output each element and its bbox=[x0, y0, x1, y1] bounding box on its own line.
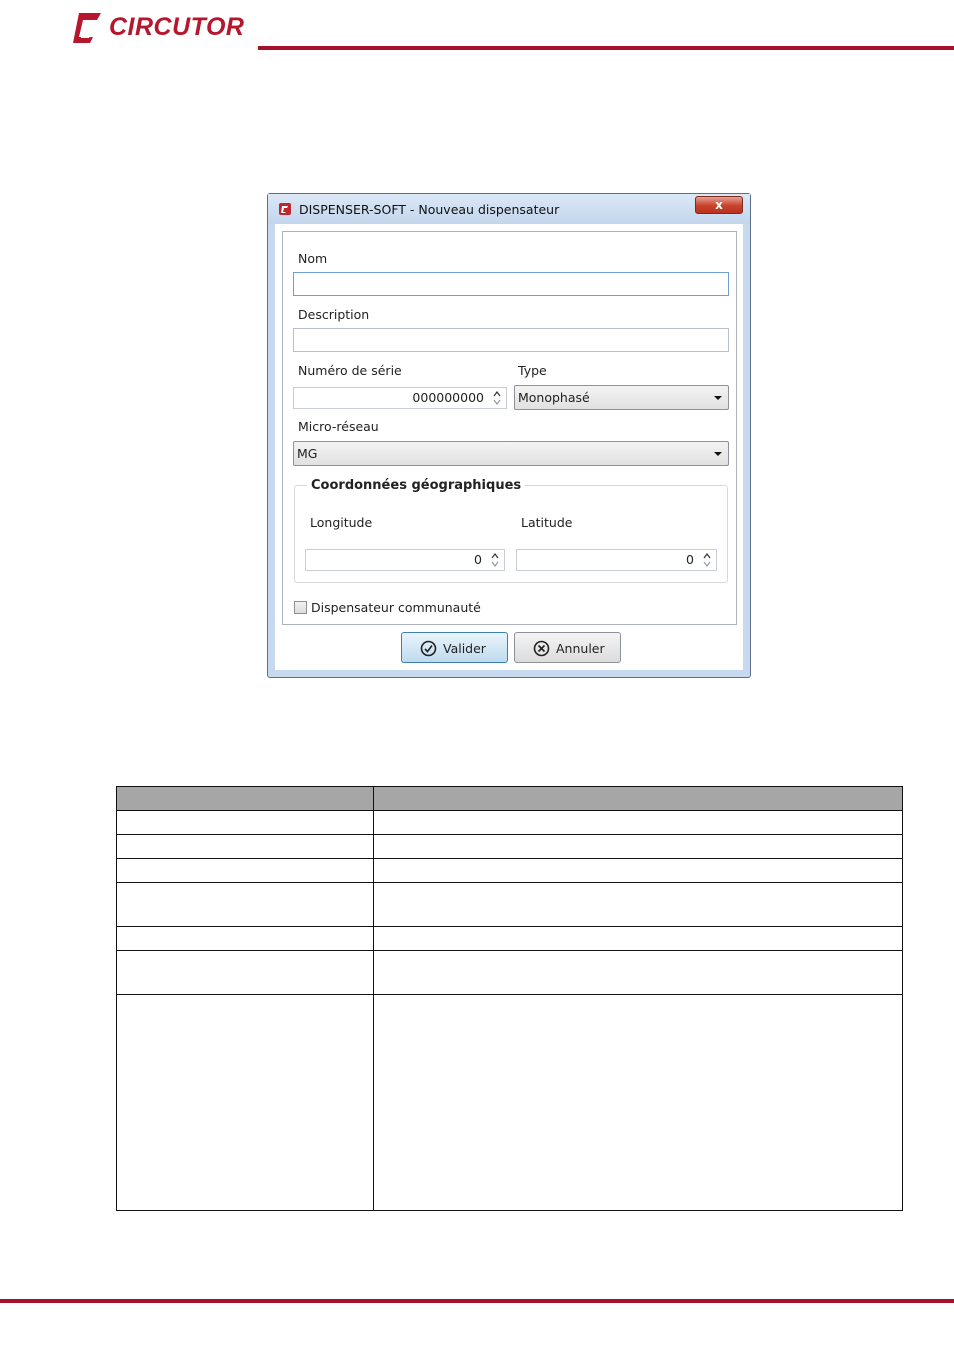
close-icon: x bbox=[715, 198, 723, 212]
table-cell bbox=[116, 926, 374, 951]
table-cell bbox=[116, 994, 374, 1211]
table-cell bbox=[373, 926, 903, 951]
table-row bbox=[116, 810, 903, 835]
cancel-button[interactable]: Annuler bbox=[514, 632, 621, 663]
nom-input[interactable] bbox=[293, 272, 729, 296]
validate-button-label: Valider bbox=[443, 641, 486, 656]
close-button[interactable]: x bbox=[695, 196, 743, 214]
table-cell bbox=[116, 950, 374, 995]
table-row bbox=[116, 858, 903, 883]
cancel-button-label: Annuler bbox=[556, 641, 605, 656]
table-cell bbox=[116, 810, 374, 835]
circutor-logo: CIRCUTOR bbox=[71, 11, 251, 47]
latitude-label: Latitude bbox=[521, 515, 573, 530]
table-cell bbox=[116, 834, 374, 859]
micro-network-select[interactable]: MG bbox=[293, 441, 729, 466]
geo-coordinates-title: Coordonnées géographiques bbox=[307, 478, 526, 493]
new-dispenser-dialog: DISPENSER-SOFT - Nouveau dispensateur x … bbox=[267, 193, 751, 678]
micro-network-select-value: MG bbox=[297, 446, 318, 461]
longitude-value: 0 bbox=[474, 552, 482, 567]
serial-number-value: 000000000 bbox=[412, 390, 484, 405]
description-input[interactable] bbox=[293, 328, 729, 352]
longitude-stepper[interactable]: 0 bbox=[305, 549, 505, 571]
dialog-titlebar: DISPENSER-SOFT - Nouveau dispensateur x bbox=[268, 194, 750, 224]
table-row bbox=[116, 926, 903, 951]
form-panel: Nom Description Numéro de série 00000000… bbox=[282, 231, 737, 625]
dialog-body: Nom Description Numéro de série 00000000… bbox=[275, 224, 743, 670]
community-dispenser-label: Dispensateur communauté bbox=[311, 600, 481, 615]
latitude-value: 0 bbox=[686, 552, 694, 567]
community-dispenser-checkbox[interactable] bbox=[294, 601, 307, 614]
table-cell bbox=[116, 882, 374, 927]
table-cell bbox=[373, 882, 903, 927]
spin-arrows-icon[interactable] bbox=[702, 552, 712, 568]
table-cell bbox=[373, 858, 903, 883]
table-cell bbox=[373, 994, 903, 1211]
type-select-value: Monophasé bbox=[518, 390, 590, 405]
cancel-circle-icon bbox=[533, 640, 550, 657]
table-header-cell bbox=[373, 786, 903, 811]
table-cell bbox=[373, 950, 903, 995]
table-header-cell bbox=[116, 786, 374, 811]
chevron-down-icon bbox=[714, 452, 722, 456]
nom-label: Nom bbox=[298, 251, 328, 266]
table-cell bbox=[373, 834, 903, 859]
table-cell bbox=[116, 858, 374, 883]
validate-button[interactable]: Valider bbox=[401, 632, 508, 663]
app-icon bbox=[279, 203, 291, 215]
circutor-logo-icon bbox=[73, 13, 101, 43]
table-header-row bbox=[116, 786, 903, 811]
longitude-label: Longitude bbox=[310, 515, 373, 530]
latitude-stepper[interactable]: 0 bbox=[516, 549, 717, 571]
micro-network-label: Micro-réseau bbox=[298, 419, 379, 434]
serial-number-stepper[interactable]: 000000000 bbox=[293, 387, 507, 409]
dialog-title: DISPENSER-SOFT - Nouveau dispensateur bbox=[299, 202, 560, 217]
footer-rule bbox=[0, 1299, 954, 1303]
chevron-down-icon bbox=[714, 396, 722, 400]
table-cell bbox=[373, 810, 903, 835]
check-circle-icon bbox=[420, 640, 437, 657]
table-row bbox=[116, 834, 903, 859]
table-row bbox=[116, 994, 903, 1211]
table-row bbox=[116, 882, 903, 927]
spin-arrows-icon[interactable] bbox=[490, 552, 500, 568]
type-select[interactable]: Monophasé bbox=[514, 385, 729, 410]
brand-name: CIRCUTOR bbox=[109, 13, 245, 41]
header-rule bbox=[258, 46, 954, 50]
description-label: Description bbox=[298, 307, 370, 322]
type-label: Type bbox=[518, 363, 547, 378]
spin-arrows-icon[interactable] bbox=[492, 390, 502, 406]
serial-number-label: Numéro de série bbox=[298, 363, 402, 378]
field-description-table bbox=[116, 786, 903, 1211]
table-row bbox=[116, 950, 903, 995]
